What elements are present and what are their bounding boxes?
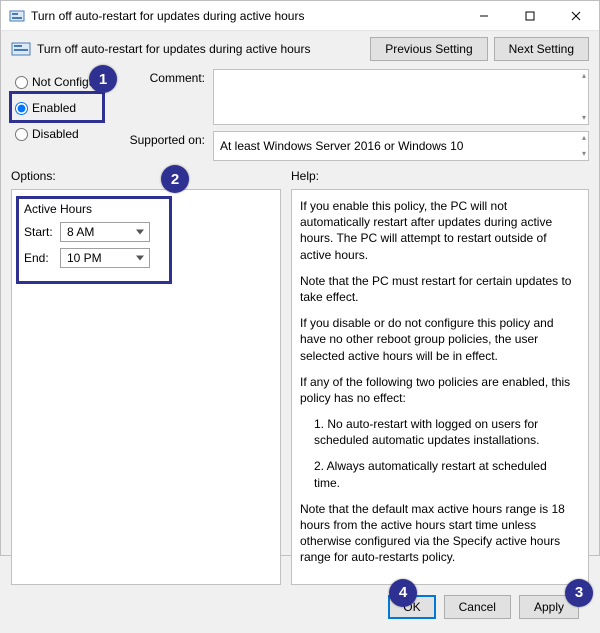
supported-on-box: At least Windows Server 2016 or Windows … bbox=[213, 131, 589, 161]
end-time-value: 10 PM bbox=[67, 251, 102, 265]
policy-icon bbox=[9, 8, 25, 24]
scroll-up-icon[interactable]: ▴ bbox=[582, 134, 586, 142]
help-p4b: 2. Always automatically restart at sched… bbox=[300, 458, 574, 490]
help-p3: If you disable or do not configure this … bbox=[300, 315, 574, 364]
radio-enabled-label: Enabled bbox=[32, 101, 76, 115]
next-setting-button[interactable]: Next Setting bbox=[494, 37, 589, 61]
end-time-select[interactable]: 10 PM bbox=[60, 248, 150, 268]
supported-on-label: Supported on: bbox=[115, 131, 205, 147]
help-text-area[interactable]: If you enable this policy, the PC will n… bbox=[300, 198, 580, 576]
end-label: End: bbox=[24, 251, 54, 265]
header-row: Turn off auto-restart for updates during… bbox=[11, 37, 589, 61]
start-time-value: 8 AM bbox=[67, 225, 94, 239]
scroll-down-icon[interactable]: ▾ bbox=[582, 114, 586, 122]
callout-2: 2 bbox=[161, 165, 189, 193]
minimize-button[interactable] bbox=[461, 1, 507, 31]
help-p4: If any of the following two policies are… bbox=[300, 374, 574, 406]
close-button[interactable] bbox=[553, 1, 599, 31]
options-panel: Active Hours Start: 8 AM End: 10 PM bbox=[11, 189, 281, 585]
help-p4a: 1. No auto-restart with logged on users … bbox=[300, 416, 574, 448]
radio-enabled[interactable]: Enabled bbox=[15, 101, 111, 115]
help-panel: If you enable this policy, the PC will n… bbox=[291, 189, 589, 585]
start-label: Start: bbox=[24, 225, 54, 239]
start-time-select[interactable]: 8 AM bbox=[60, 222, 150, 242]
help-header: Help: bbox=[291, 169, 589, 183]
options-header: Options: bbox=[11, 169, 281, 183]
comment-textarea[interactable]: ▴▾ bbox=[213, 69, 589, 125]
window-title: Turn off auto-restart for updates during… bbox=[31, 9, 461, 23]
scroll-up-icon[interactable]: ▴ bbox=[582, 72, 586, 80]
policy-editor-window: Turn off auto-restart for updates during… bbox=[0, 0, 600, 556]
comment-label: Comment: bbox=[115, 69, 205, 85]
titlebar: Turn off auto-restart for updates during… bbox=[1, 1, 599, 31]
help-p1: If you enable this policy, the PC will n… bbox=[300, 198, 574, 263]
callout-1: 1 bbox=[89, 65, 117, 93]
content-area: Turn off auto-restart for updates during… bbox=[1, 31, 599, 633]
scroll-down-icon[interactable]: ▾ bbox=[582, 150, 586, 158]
callout-4: 4 bbox=[389, 579, 417, 607]
policy-header-icon bbox=[11, 41, 31, 57]
previous-setting-button[interactable]: Previous Setting bbox=[370, 37, 487, 61]
cancel-button[interactable]: Cancel bbox=[444, 595, 511, 619]
active-hours-label: Active Hours bbox=[24, 202, 268, 216]
radio-disabled-label: Disabled bbox=[32, 127, 79, 141]
options-column: Options: Active Hours Start: 8 AM End: 1… bbox=[11, 169, 281, 585]
help-p2: Note that the PC must restart for certai… bbox=[300, 273, 574, 305]
maximize-button[interactable] bbox=[507, 1, 553, 31]
supported-on-text: At least Windows Server 2016 or Windows … bbox=[220, 139, 463, 153]
help-column: Help: If you enable this policy, the PC … bbox=[291, 169, 589, 585]
header-title: Turn off auto-restart for updates during… bbox=[37, 42, 370, 56]
radio-disabled[interactable]: Disabled bbox=[15, 127, 111, 141]
callout-3: 3 bbox=[565, 579, 593, 607]
